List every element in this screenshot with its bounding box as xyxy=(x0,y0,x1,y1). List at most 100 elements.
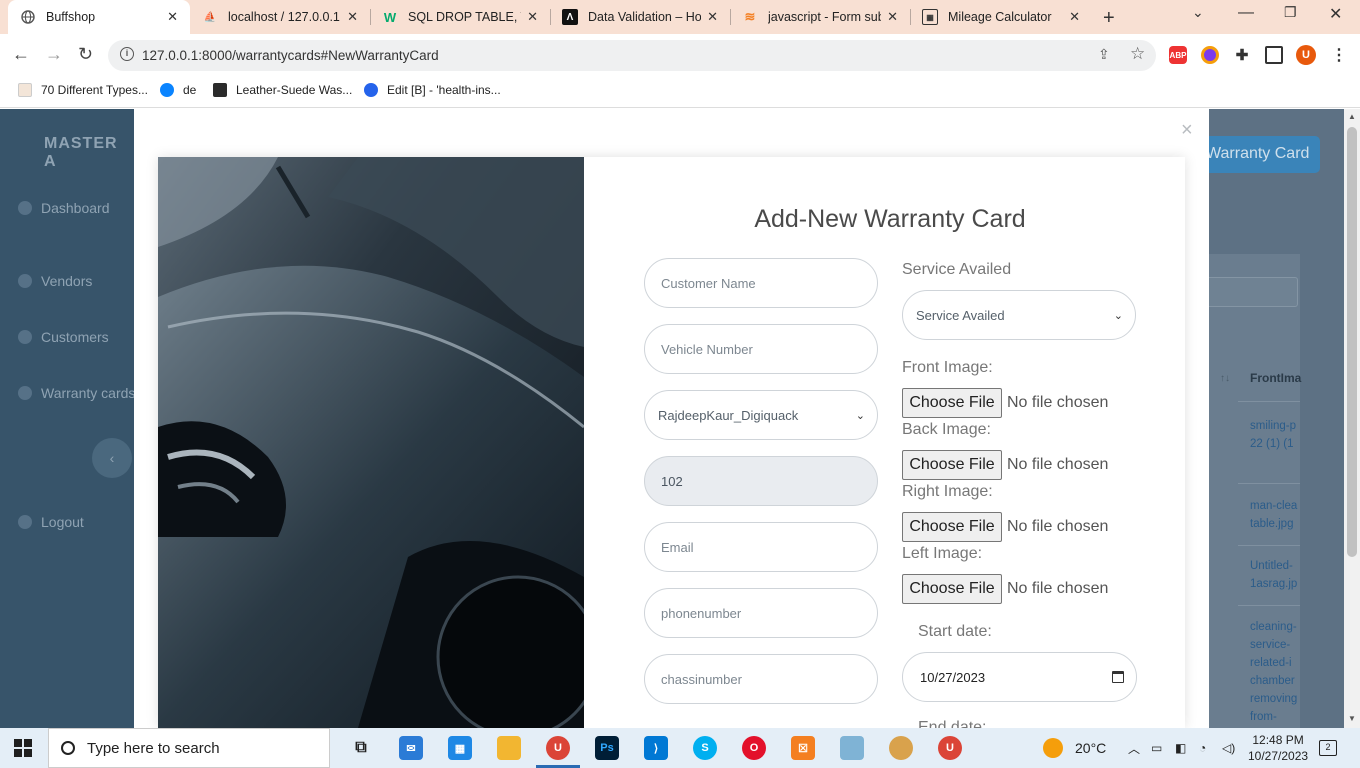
tab-phpmyadmin[interactable]: ⛵ localhost / 127.0.0.1 / ✕ xyxy=(190,0,370,34)
tab-stackoverflow[interactable]: ≋ javascript - Form sub ✕ xyxy=(730,0,910,34)
calendar-icon[interactable] xyxy=(1112,671,1124,683)
notification-center-icon[interactable]: 2 xyxy=(1319,728,1337,768)
close-tab-icon[interactable]: ✕ xyxy=(167,9,178,25)
sidebar-item-logout[interactable]: Logout xyxy=(18,514,84,530)
customer-name-input[interactable] xyxy=(644,258,878,308)
new-warranty-card-modal: × Add-New Warranty Card Customer Name Ve… xyxy=(134,109,1209,728)
vendor-id-input[interactable] xyxy=(644,456,878,506)
side-panel-icon[interactable] xyxy=(1265,46,1283,64)
restore-icon[interactable]: ❐ xyxy=(1284,4,1297,21)
modal-close-button[interactable]: × xyxy=(1181,119,1193,142)
skype-icon[interactable]: S xyxy=(693,736,717,760)
scrollbar-thumb[interactable] xyxy=(1347,127,1357,557)
choose-file-button[interactable]: Choose File xyxy=(902,574,1002,604)
tab-buffshop[interactable]: Buffshop ✕ xyxy=(8,0,190,34)
bookmark-item[interactable]: Edit [B] - 'health-ins... xyxy=(364,83,501,97)
table-cell-link[interactable]: cleaning-service-related-i chamber removin… xyxy=(1250,618,1297,726)
choose-file-button[interactable]: Choose File xyxy=(902,512,1002,542)
back-icon[interactable]: ← xyxy=(12,44,30,65)
taskbar-search[interactable]: Type here to search xyxy=(48,728,330,768)
vendor-select[interactable]: RajdeepKaur_Digiquack ⌄ xyxy=(644,390,878,440)
close-window-icon[interactable]: ✕ xyxy=(1329,4,1342,24)
email-input[interactable] xyxy=(644,522,878,572)
chrome-profile-icon[interactable]: U xyxy=(938,736,962,760)
tab-mileage-calculator[interactable]: ▦ Mileage Calculator ✕ xyxy=(910,0,1092,34)
adblock-icon[interactable]: ABP xyxy=(1169,46,1187,64)
choose-file-button[interactable]: Choose File xyxy=(902,388,1002,418)
service-availed-select[interactable]: Service Availed ⌄ xyxy=(902,290,1136,340)
left-image-file-input[interactable]: Choose File No file chosen xyxy=(902,574,1108,604)
tab-data-validation[interactable]: Λ Data Validation – Ho ✕ xyxy=(550,0,730,34)
profile-avatar[interactable]: U xyxy=(1296,45,1316,65)
choose-file-button[interactable]: Choose File xyxy=(902,450,1002,480)
right-image-file-input[interactable]: Choose File No file chosen xyxy=(902,512,1108,542)
opera-icon[interactable]: O xyxy=(742,736,766,760)
wifi-icon[interactable]: ◔ xyxy=(1199,728,1206,768)
more-menu-icon[interactable]: ⋮ xyxy=(1330,46,1348,64)
file-explorer-icon[interactable] xyxy=(497,736,521,760)
table-cell-link[interactable]: Untitled- 1asrag.jp xyxy=(1250,557,1297,593)
photoshop-icon[interactable]: Ps xyxy=(595,736,619,760)
sort-icon[interactable]: ↑↓ xyxy=(1220,373,1230,384)
customers-icon xyxy=(18,330,32,344)
task-view-icon[interactable]: ⧉ xyxy=(349,736,373,760)
vscode-icon[interactable]: ⟩ xyxy=(644,736,668,760)
sidebar-collapse-button[interactable]: ‹ xyxy=(92,438,132,478)
battery-icon[interactable]: ▭ xyxy=(1151,728,1162,768)
weather-widget[interactable]: 20°C xyxy=(1043,728,1106,768)
add-warranty-card-button[interactable]: Warranty Card xyxy=(1190,136,1320,173)
extensions-puzzle-icon[interactable]: ✚ xyxy=(1233,46,1251,64)
scroll-down-icon[interactable]: ▼ xyxy=(1348,714,1356,723)
taskbar-clock[interactable]: 12:48 PM 10/27/2023 xyxy=(1248,732,1308,764)
scroll-up-icon[interactable]: ▲ xyxy=(1348,112,1356,121)
page-scrollbar[interactable]: ▲ ▼ xyxy=(1344,109,1360,728)
site-info-icon[interactable]: i xyxy=(120,47,134,61)
address-bar[interactable]: i 127.0.0.1:8000/warrantycards#NewWarran… xyxy=(108,40,1156,71)
url-text[interactable]: 127.0.0.1:8000/warrantycards#NewWarranty… xyxy=(142,48,439,63)
table-cell-link[interactable]: man-clea table.jpg xyxy=(1250,497,1297,533)
sidebar-item-dashboard[interactable]: Dashboard xyxy=(18,200,110,216)
extension-color-icon[interactable] xyxy=(1201,46,1219,64)
bookmark-star-icon[interactable]: ☆ xyxy=(1130,44,1145,64)
xampp-icon[interactable]: ☒ xyxy=(791,736,815,760)
close-tab-icon[interactable]: ✕ xyxy=(1069,9,1080,25)
vehicle-number-input[interactable] xyxy=(644,324,878,374)
tab-w3schools[interactable]: W SQL DROP TABLE, TR ✕ xyxy=(370,0,550,34)
new-tab-icon[interactable]: + xyxy=(1103,7,1115,30)
minimize-icon[interactable]: — xyxy=(1238,4,1254,22)
table-cell-link[interactable]: smiling-p 22 (1) (1 xyxy=(1250,417,1296,453)
close-tab-icon[interactable]: ✕ xyxy=(707,9,718,25)
chassis-number-input[interactable] xyxy=(644,654,878,704)
front-image-file-input[interactable]: Choose File No file chosen xyxy=(902,388,1108,418)
network-device-icon[interactable]: ◧ xyxy=(1175,728,1186,768)
sidebar-item-warranty-cards[interactable]: Warranty cards xyxy=(18,385,135,401)
volume-icon[interactable]: ◁) xyxy=(1222,728,1235,768)
sidebar-item-vendors[interactable]: Vendors xyxy=(18,273,92,289)
close-tab-icon[interactable]: ✕ xyxy=(887,9,898,25)
chrome-icon[interactable]: U xyxy=(546,736,570,760)
share-icon[interactable]: ⇪ xyxy=(1098,46,1110,63)
notepad-icon[interactable] xyxy=(840,736,864,760)
tab-title: SQL DROP TABLE, TR xyxy=(408,10,521,24)
store-icon[interactable]: ▦ xyxy=(448,736,472,760)
close-tab-icon[interactable]: ✕ xyxy=(527,9,538,25)
start-date-input[interactable]: 10/27/2023 xyxy=(902,652,1137,702)
table-search-input[interactable] xyxy=(1200,277,1298,307)
tab-search-icon[interactable]: ⌄ xyxy=(1192,4,1204,21)
bookmark-item[interactable]: Leather-Suede Was... xyxy=(213,83,352,97)
column-header: FrontIma xyxy=(1250,371,1302,385)
sidebar-item-customers[interactable]: Customers xyxy=(18,329,109,345)
mail-icon[interactable]: ✉ xyxy=(399,736,423,760)
left-image-label: Left Image: xyxy=(902,545,983,562)
close-tab-icon[interactable]: ✕ xyxy=(347,9,358,25)
tray-chevron-icon[interactable]: ︿ xyxy=(1128,728,1140,768)
forward-icon[interactable]: → xyxy=(45,44,63,65)
phone-number-input[interactable] xyxy=(644,588,878,638)
bookmark-item[interactable]: de xyxy=(160,83,196,97)
sidebar-item-label: Customers xyxy=(41,329,109,345)
back-image-file-input[interactable]: Choose File No file chosen xyxy=(902,450,1108,480)
reload-icon[interactable]: ↻ xyxy=(78,44,93,65)
paint-icon[interactable] xyxy=(889,736,913,760)
windows-start-icon[interactable] xyxy=(14,739,32,757)
bookmark-item[interactable]: 70 Different Types... xyxy=(18,83,148,97)
